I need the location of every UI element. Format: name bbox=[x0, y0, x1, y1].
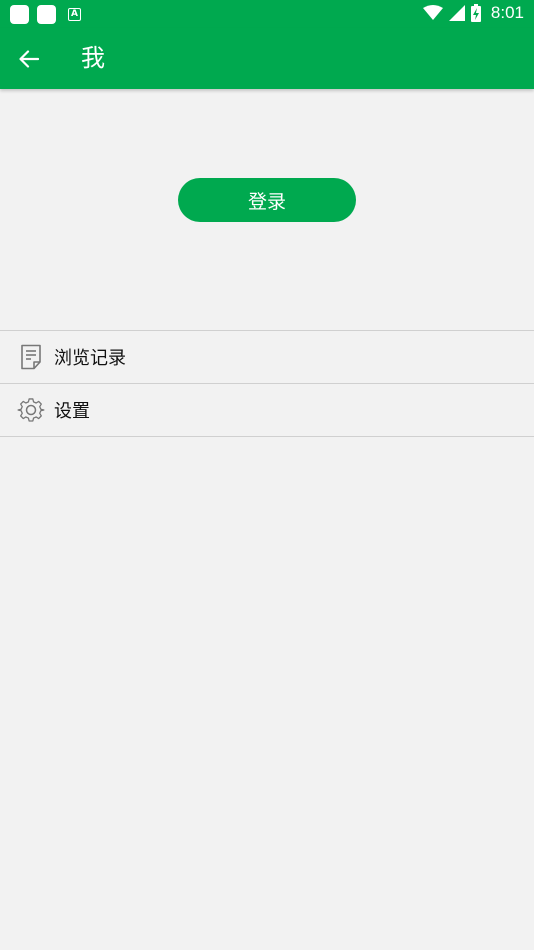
history-document-icon bbox=[17, 343, 45, 371]
back-button[interactable] bbox=[14, 44, 44, 74]
notification-square-icon bbox=[37, 5, 56, 24]
page-title: 我 bbox=[81, 44, 105, 72]
keyboard-a-icon: A bbox=[68, 8, 81, 21]
menu-list: 浏览记录 设置 bbox=[0, 330, 534, 437]
menu-item-label: 浏览记录 bbox=[54, 348, 126, 369]
notification-square-icon bbox=[10, 5, 29, 24]
gear-icon bbox=[17, 396, 45, 424]
arrow-left-icon bbox=[19, 50, 39, 68]
menu-item-settings[interactable]: 设置 bbox=[0, 384, 534, 437]
wifi-icon bbox=[422, 5, 443, 20]
login-button[interactable]: 登录 bbox=[178, 178, 356, 222]
app-bar: 我 bbox=[0, 28, 534, 89]
signal-icon bbox=[448, 5, 465, 21]
status-bar: A 8:01 bbox=[0, 0, 534, 28]
battery-charging-icon bbox=[470, 4, 481, 22]
status-time: 8:01 bbox=[490, 3, 524, 22]
status-bar-system: 8:01 bbox=[422, 3, 524, 23]
menu-item-label: 设置 bbox=[54, 401, 90, 422]
status-bar-notifications: A bbox=[10, 5, 81, 24]
menu-item-history[interactable]: 浏览记录 bbox=[0, 331, 534, 384]
